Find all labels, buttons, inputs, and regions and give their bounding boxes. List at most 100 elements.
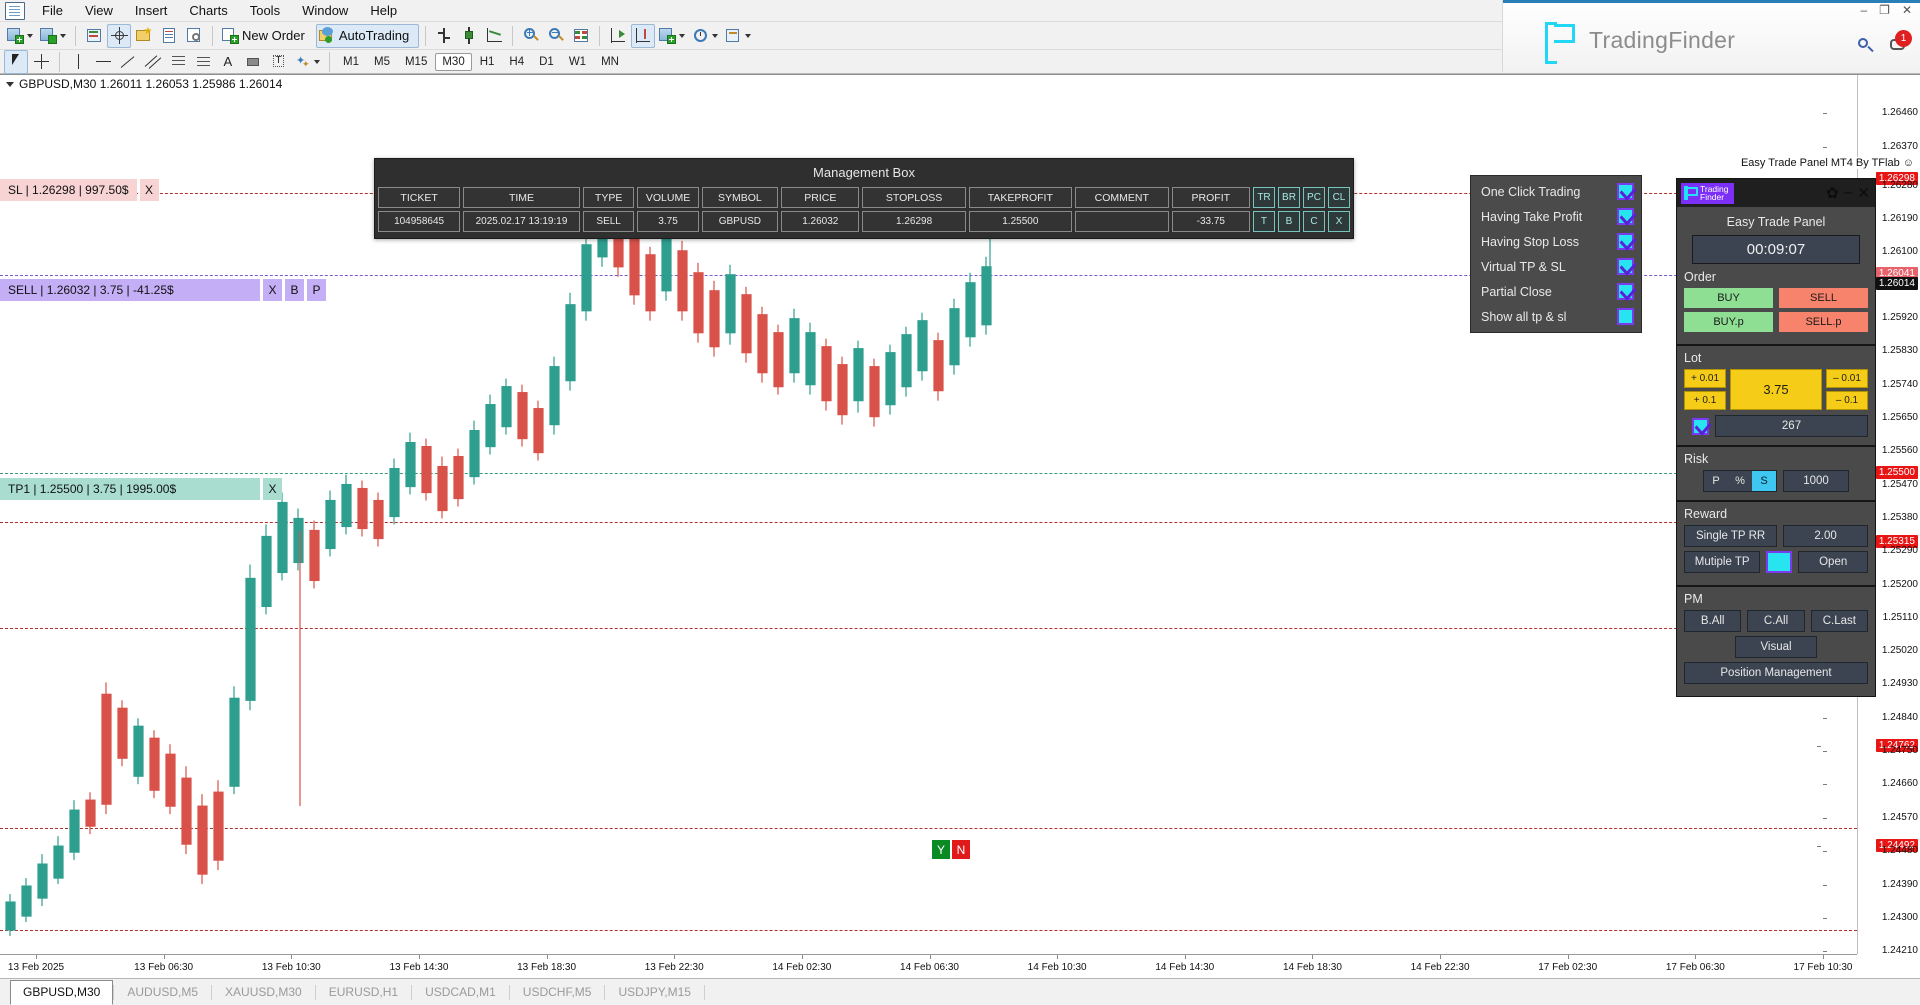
navigator-button[interactable] [182, 24, 206, 48]
sell-button[interactable]: SELL [1779, 288, 1868, 308]
crosshair-tool-button[interactable] [29, 50, 53, 74]
chart-tab-audusd-m5[interactable]: AUDUSD,M5 [114, 980, 211, 1005]
rr-value-field[interactable]: 2.00 [1783, 525, 1868, 547]
option-having-take-profit[interactable]: Having Take Profit [1471, 204, 1641, 229]
option-one-click-trading[interactable]: One Click Trading [1471, 179, 1641, 204]
menu-item-file[interactable]: File [31, 0, 74, 21]
risk-mode-s[interactable]: S [1752, 471, 1776, 491]
objects-button[interactable] [722, 24, 754, 48]
option-checkbox[interactable] [1617, 283, 1634, 300]
zoom-in-button[interactable] [519, 24, 543, 48]
lot-plus-001-button[interactable]: + 0.01 [1684, 369, 1726, 388]
easy-trade-panel[interactable]: Trading Finder ✿ − ✕ Easy Trade Panel 00… [1676, 178, 1876, 697]
timeframe-mn[interactable]: MN [594, 53, 626, 71]
chart-tab-usdchf-m5[interactable]: USDCHF,M5 [510, 980, 605, 1005]
notification-icon[interactable]: 1 [1890, 38, 1908, 54]
chevron-down-icon[interactable] [6, 82, 14, 87]
equidistant-channel-button[interactable] [141, 50, 165, 74]
timeframe-w1[interactable]: W1 [562, 53, 593, 71]
label-button[interactable] [241, 50, 265, 74]
sell-breakeven-button[interactable]: B [285, 279, 304, 301]
lot-points-checkbox[interactable] [1692, 418, 1709, 435]
fibo-fan-button[interactable] [191, 50, 215, 74]
open-button[interactable]: Open [1798, 551, 1868, 573]
window-restore-icon[interactable]: ❐ [1879, 3, 1890, 17]
option-checkbox[interactable] [1617, 208, 1634, 225]
option-checkbox[interactable] [1617, 183, 1634, 200]
visual-button[interactable]: Visual [1735, 636, 1817, 658]
takeprofit-label[interactable]: TP1 | 1.25500 | 3.75 | 1995.00$ X [0, 478, 282, 500]
option-partial-close[interactable]: Partial Close [1471, 279, 1641, 304]
chart-tab-usdjpy-m15[interactable]: USDJPY,M15 [605, 980, 703, 1005]
chart-tab-gbpusd-m30[interactable]: GBPUSD,M30 [10, 980, 113, 1005]
option-having-stop-loss[interactable]: Having Stop Loss [1471, 229, 1641, 254]
close-icon[interactable]: ✕ [1857, 186, 1870, 201]
multiple-tp-checkbox[interactable] [1766, 551, 1792, 573]
option-checkbox[interactable] [1617, 308, 1634, 325]
auto-scroll-button[interactable] [606, 24, 630, 48]
takeprofit-close-button[interactable]: X [263, 478, 282, 500]
shapes-button[interactable]: ✦ ✦ [291, 50, 323, 74]
menu-item-charts[interactable]: Charts [178, 0, 238, 21]
confirm-no-button[interactable]: N [952, 840, 970, 859]
new-chart-button[interactable] [4, 24, 36, 48]
templates-button[interactable] [656, 24, 688, 48]
stoploss-close-button[interactable]: X [140, 179, 159, 201]
text-button[interactable]: A [216, 50, 240, 74]
lot-plus-01-button[interactable]: + 0.1 [1684, 391, 1726, 410]
horizontal-line-button[interactable] [91, 50, 115, 74]
confirm-yes-button[interactable]: Y [932, 840, 950, 859]
objects-list-button[interactable]: ★ [132, 24, 156, 48]
trailing-button[interactable]: TR [1253, 187, 1275, 208]
sell-close-button[interactable]: X [263, 279, 282, 301]
chart-area[interactable]: GBPUSD,M30 1.26011 1.26053 1.25986 1.260… [0, 74, 1920, 982]
menu-item-help[interactable]: Help [359, 0, 408, 21]
candlestick-chart-button[interactable] [457, 24, 481, 48]
data-window-button[interactable] [157, 24, 181, 48]
menu-item-tools[interactable]: Tools [239, 0, 291, 21]
profiles-button[interactable] [37, 24, 69, 48]
bar-chart-button[interactable] [432, 24, 456, 48]
text-label-button[interactable]: T [266, 50, 290, 74]
close-all-button[interactable]: CL [1328, 187, 1350, 208]
timeframe-m1[interactable]: M1 [336, 53, 366, 71]
b-button[interactable]: B [1278, 211, 1300, 232]
partial-close-button[interactable]: PC [1303, 187, 1325, 208]
timeframe-h1[interactable]: H1 [473, 53, 502, 71]
single-tp-rr-button[interactable]: Single TP RR [1684, 525, 1777, 547]
cursor-tool-button[interactable] [4, 50, 28, 74]
menu-item-view[interactable]: View [74, 0, 124, 21]
buy-button[interactable]: BUY [1684, 288, 1773, 308]
position-management-button[interactable]: Position Management [1684, 662, 1868, 684]
grid-button[interactable] [569, 24, 593, 48]
menu-item-insert[interactable]: Insert [124, 0, 179, 21]
sell-pending-button[interactable]: SELL.p [1779, 312, 1868, 332]
chart-shift-button[interactable] [631, 24, 655, 48]
x-button[interactable]: X [1328, 211, 1350, 232]
sell-partial-button[interactable]: P [307, 279, 326, 301]
line-chart-button[interactable] [482, 24, 506, 48]
vertical-line-button[interactable] [66, 50, 90, 74]
option-virtual-tp-sl[interactable]: Virtual TP & SL [1471, 254, 1641, 279]
multiple-tp-button[interactable]: Mutiple TP [1684, 551, 1760, 573]
timeframe-d1[interactable]: D1 [532, 53, 561, 71]
window-minimize-icon[interactable]: – [1860, 3, 1867, 17]
lot-value-field[interactable]: 3.75 [1730, 369, 1822, 410]
timeframe-h4[interactable]: H4 [502, 53, 531, 71]
trendline-button[interactable] [116, 50, 140, 74]
settings-gear-icon[interactable]: ✿ [1826, 186, 1839, 201]
crosshair-button[interactable] [107, 24, 131, 48]
c-button[interactable]: C [1303, 211, 1325, 232]
stoploss-label[interactable]: SL | 1.26298 | 997.50$ X [0, 179, 159, 201]
options-panel[interactable]: One Click Trading Having Take Profit Hav… [1470, 175, 1642, 333]
timeframe-m15[interactable]: M15 [398, 53, 434, 71]
breakeven-button[interactable]: BR [1278, 187, 1300, 208]
chart-tab-eurusd-h1[interactable]: EURUSD,H1 [316, 980, 411, 1005]
option-checkbox[interactable] [1617, 258, 1634, 275]
search-icon[interactable] [1858, 38, 1874, 54]
chart-tab-xauusd-m30[interactable]: XAUUSD,M30 [212, 980, 315, 1005]
menu-item-window[interactable]: Window [291, 0, 359, 21]
risk-mode-p[interactable]: P [1704, 471, 1728, 491]
chart-tab-usdcad-m1[interactable]: USDCAD,M1 [412, 980, 509, 1005]
close-last-button[interactable]: C.Last [1811, 610, 1868, 632]
